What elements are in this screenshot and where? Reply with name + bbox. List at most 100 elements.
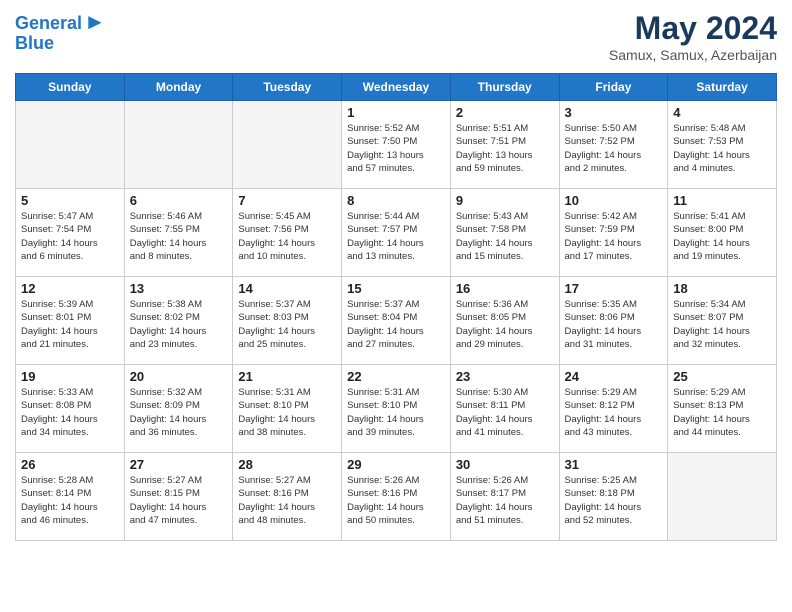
day-number: 12 (21, 281, 119, 296)
weekday-header: Saturday (668, 74, 777, 101)
day-info: Sunrise: 5:43 AM Sunset: 7:58 PM Dayligh… (456, 210, 554, 263)
calendar-cell: 19 Sunrise: 5:33 AM Sunset: 8:08 PM Dayli… (16, 365, 125, 453)
day-number: 14 (238, 281, 336, 296)
calendar-cell: 30 Sunrise: 5:26 AM Sunset: 8:17 PM Dayli… (450, 453, 559, 541)
day-info: Sunrise: 5:38 AM Sunset: 8:02 PM Dayligh… (130, 298, 228, 351)
calendar-cell: 3 Sunrise: 5:50 AM Sunset: 7:52 PM Daylig… (559, 101, 668, 189)
day-info: Sunrise: 5:44 AM Sunset: 7:57 PM Dayligh… (347, 210, 445, 263)
day-number: 3 (565, 105, 663, 120)
calendar-cell: 15 Sunrise: 5:37 AM Sunset: 8:04 PM Dayli… (342, 277, 451, 365)
calendar-cell: 28Sunrise: 5:27 AM Sunset: 8:16 PM Dayli… (233, 453, 342, 541)
day-number: 25 (673, 369, 771, 384)
weekday-header: Thursday (450, 74, 559, 101)
day-info: Sunrise: 5:45 AM Sunset: 7:56 PM Dayligh… (238, 210, 336, 263)
day-info: Sunrise: 5:51 AM Sunset: 7:51 PM Dayligh… (456, 122, 554, 175)
day-info: Sunrise: 5:39 AM Sunset: 8:01 PM Dayligh… (21, 298, 119, 351)
day-info: Sunrise: 5:37 AM Sunset: 8:04 PM Dayligh… (347, 298, 445, 351)
day-info: Sunrise: 5:26 AM Sunset: 8:16 PM Dayligh… (347, 474, 445, 527)
calendar-cell (668, 453, 777, 541)
calendar-table: SundayMondayTuesdayWednesdayThursdayFrid… (15, 73, 777, 541)
day-number: 4 (673, 105, 771, 120)
day-info: Sunrise: 5:34 AM Sunset: 8:07 PM Dayligh… (673, 298, 771, 351)
day-info: Sunrise: 5:36 AM Sunset: 8:05 PM Dayligh… (456, 298, 554, 351)
day-info: Sunrise: 5:33 AM Sunset: 8:08 PM Dayligh… (21, 386, 119, 439)
day-info: Sunrise: 5:26 AM Sunset: 8:17 PM Dayligh… (456, 474, 554, 527)
day-info: Sunrise: 5:52 AM Sunset: 7:50 PM Dayligh… (347, 122, 445, 175)
month-title: May 2024 (609, 10, 777, 47)
day-info: Sunrise: 5:37 AM Sunset: 8:03 PM Dayligh… (238, 298, 336, 351)
day-info: Sunrise: 5:47 AM Sunset: 7:54 PM Dayligh… (21, 210, 119, 263)
calendar-cell (16, 101, 125, 189)
day-info: Sunrise: 5:27 AM Sunset: 8:16 PM Dayligh… (238, 474, 336, 527)
day-number: 17 (565, 281, 663, 296)
calendar-cell: 6 Sunrise: 5:46 AM Sunset: 7:55 PM Daylig… (124, 189, 233, 277)
calendar-header: SundayMondayTuesdayWednesdayThursdayFrid… (16, 74, 777, 101)
calendar-cell: 20 Sunrise: 5:32 AM Sunset: 8:09 PM Dayli… (124, 365, 233, 453)
calendar-cell: 26Sunrise: 5:28 AM Sunset: 8:14 PM Dayli… (16, 453, 125, 541)
day-info: Sunrise: 5:46 AM Sunset: 7:55 PM Dayligh… (130, 210, 228, 263)
page: General► Blue May 2024 Samux, Samux, Aze… (0, 0, 792, 551)
calendar-cell (124, 101, 233, 189)
day-number: 30 (456, 457, 554, 472)
calendar-cell: 9 Sunrise: 5:43 AM Sunset: 7:58 PM Daylig… (450, 189, 559, 277)
weekday-header: Friday (559, 74, 668, 101)
day-number: 23 (456, 369, 554, 384)
calendar-cell: 7 Sunrise: 5:45 AM Sunset: 7:56 PM Daylig… (233, 189, 342, 277)
calendar-cell: 27 Sunrise: 5:27 AM Sunset: 8:15 PM Dayli… (124, 453, 233, 541)
day-number: 18 (673, 281, 771, 296)
calendar-cell: 21 Sunrise: 5:31 AM Sunset: 8:10 PM Dayli… (233, 365, 342, 453)
day-number: 24 (565, 369, 663, 384)
day-info: Sunrise: 5:50 AM Sunset: 7:52 PM Dayligh… (565, 122, 663, 175)
day-number: 21 (238, 369, 336, 384)
day-number: 7 (238, 193, 336, 208)
day-number: 27 (130, 457, 228, 472)
calendar-cell: 10Sunrise: 5:42 AM Sunset: 7:59 PM Dayli… (559, 189, 668, 277)
day-number: 6 (130, 193, 228, 208)
title-block: May 2024 Samux, Samux, Azerbaijan (609, 10, 777, 63)
day-info: Sunrise: 5:29 AM Sunset: 8:13 PM Dayligh… (673, 386, 771, 439)
calendar-cell: 2 Sunrise: 5:51 AM Sunset: 7:51 PM Daylig… (450, 101, 559, 189)
day-number: 13 (130, 281, 228, 296)
calendar-week-row: 5 Sunrise: 5:47 AM Sunset: 7:54 PM Daylig… (16, 189, 777, 277)
calendar-cell: 14 Sunrise: 5:37 AM Sunset: 8:03 PM Dayli… (233, 277, 342, 365)
calendar-cell: 31 Sunrise: 5:25 AM Sunset: 8:18 PM Dayli… (559, 453, 668, 541)
calendar-cell: 13 Sunrise: 5:38 AM Sunset: 8:02 PM Dayli… (124, 277, 233, 365)
day-number: 20 (130, 369, 228, 384)
day-info: Sunrise: 5:31 AM Sunset: 8:10 PM Dayligh… (347, 386, 445, 439)
day-number: 22 (347, 369, 445, 384)
day-number: 31 (565, 457, 663, 472)
day-info: Sunrise: 5:35 AM Sunset: 8:06 PM Dayligh… (565, 298, 663, 351)
calendar-cell: 8 Sunrise: 5:44 AM Sunset: 7:57 PM Daylig… (342, 189, 451, 277)
day-info: Sunrise: 5:31 AM Sunset: 8:10 PM Dayligh… (238, 386, 336, 439)
day-number: 19 (21, 369, 119, 384)
calendar-cell: 11Sunrise: 5:41 AM Sunset: 8:00 PM Dayli… (668, 189, 777, 277)
calendar-cell: 16 Sunrise: 5:36 AM Sunset: 8:05 PM Dayli… (450, 277, 559, 365)
calendar-week-row: 26Sunrise: 5:28 AM Sunset: 8:14 PM Dayli… (16, 453, 777, 541)
calendar-week-row: 12 Sunrise: 5:39 AM Sunset: 8:01 PM Dayli… (16, 277, 777, 365)
day-number: 2 (456, 105, 554, 120)
logo-text: General► Blue (15, 10, 106, 54)
day-number: 15 (347, 281, 445, 296)
calendar-cell: 22 Sunrise: 5:31 AM Sunset: 8:10 PM Dayli… (342, 365, 451, 453)
calendar-cell: 18 Sunrise: 5:34 AM Sunset: 8:07 PM Dayli… (668, 277, 777, 365)
day-info: Sunrise: 5:29 AM Sunset: 8:12 PM Dayligh… (565, 386, 663, 439)
logo: General► Blue (15, 10, 106, 54)
day-info: Sunrise: 5:25 AM Sunset: 8:18 PM Dayligh… (565, 474, 663, 527)
day-info: Sunrise: 5:28 AM Sunset: 8:14 PM Dayligh… (21, 474, 119, 527)
calendar-week-row: 1 Sunrise: 5:52 AM Sunset: 7:50 PM Daylig… (16, 101, 777, 189)
calendar-body: 1 Sunrise: 5:52 AM Sunset: 7:50 PM Daylig… (16, 101, 777, 541)
day-number: 1 (347, 105, 445, 120)
day-info: Sunrise: 5:48 AM Sunset: 7:53 PM Dayligh… (673, 122, 771, 175)
day-info: Sunrise: 5:32 AM Sunset: 8:09 PM Dayligh… (130, 386, 228, 439)
day-info: Sunrise: 5:41 AM Sunset: 8:00 PM Dayligh… (673, 210, 771, 263)
header: General► Blue May 2024 Samux, Samux, Aze… (15, 10, 777, 63)
weekday-header: Wednesday (342, 74, 451, 101)
day-number: 8 (347, 193, 445, 208)
weekday-header: Sunday (16, 74, 125, 101)
day-info: Sunrise: 5:27 AM Sunset: 8:15 PM Dayligh… (130, 474, 228, 527)
day-number: 16 (456, 281, 554, 296)
day-number: 5 (21, 193, 119, 208)
calendar-cell: 23Sunrise: 5:30 AM Sunset: 8:11 PM Dayli… (450, 365, 559, 453)
day-info: Sunrise: 5:42 AM Sunset: 7:59 PM Dayligh… (565, 210, 663, 263)
day-number: 9 (456, 193, 554, 208)
